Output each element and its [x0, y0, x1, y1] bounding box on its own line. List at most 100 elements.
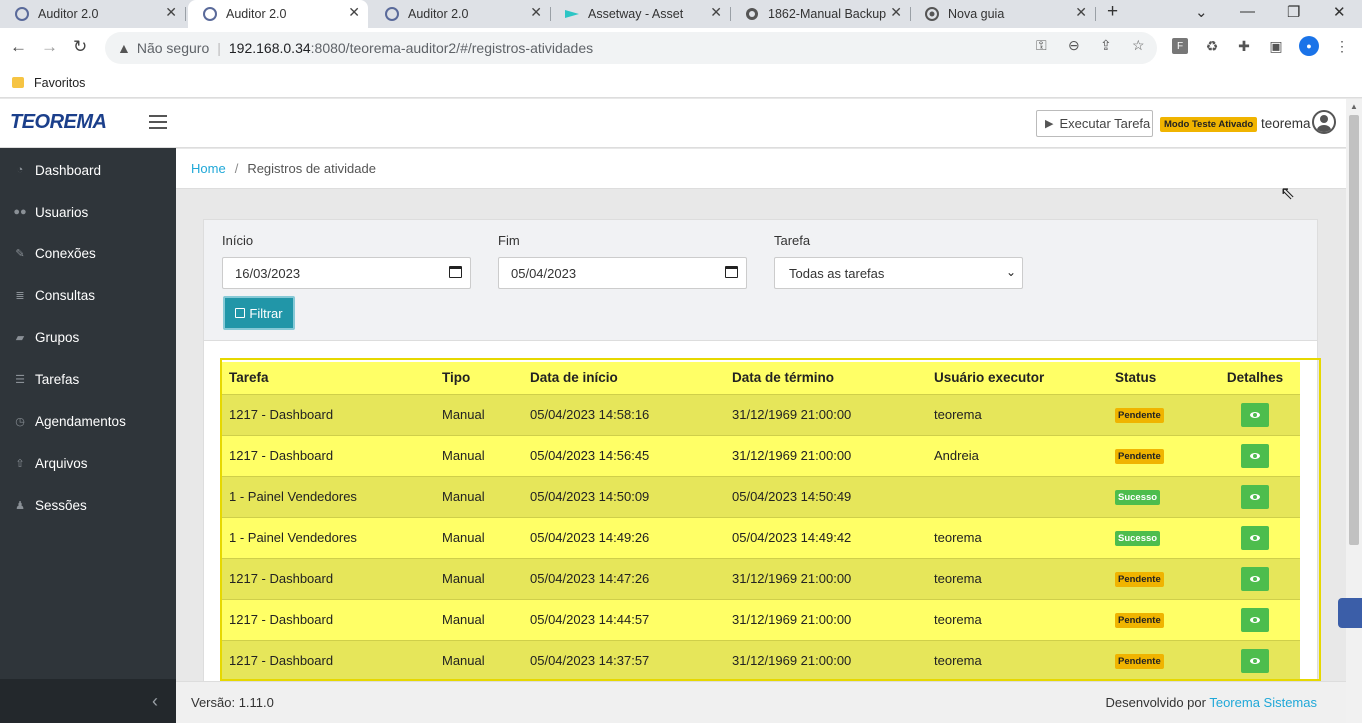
sidebar-item-sessoes[interactable]: ♟ Sessões: [0, 484, 176, 526]
cell-usuario: [926, 475, 1107, 517]
users-icon: ●●: [13, 206, 27, 218]
restore-icon[interactable]: ❐: [1287, 3, 1300, 21]
star-icon[interactable]: ☆: [1132, 37, 1145, 54]
cell-inicio: 05/04/2023 14:56:45: [522, 434, 724, 476]
view-details-button[interactable]: [1241, 648, 1269, 673]
sidebar-item-conexoes[interactable]: ✎ Conexões: [0, 232, 176, 274]
browser-toolbar: ← → ↻ ▲ Não seguro | 192.168.0.34:8080/t…: [0, 28, 1362, 68]
security-label[interactable]: Não seguro: [137, 40, 209, 56]
browser-tab[interactable]: 1862-Manual Backup ✕: [730, 0, 911, 28]
profile-icon[interactable]: ●: [1299, 36, 1319, 56]
view-details-button[interactable]: [1241, 525, 1269, 550]
cell-usuario: teorema: [926, 516, 1107, 558]
tab-search-icon[interactable]: ⌄: [1195, 3, 1208, 21]
eye-icon: [1250, 411, 1260, 418]
cell-usuario: teorema: [926, 639, 1107, 681]
close-icon[interactable]: ✕: [530, 4, 542, 21]
back-icon[interactable]: ←: [10, 37, 27, 57]
hamburger-icon[interactable]: [149, 115, 167, 129]
sidebar-item-tarefas[interactable]: ☰ Tarefas: [0, 358, 176, 400]
zoom-icon[interactable]: ⊖: [1068, 37, 1080, 54]
sidebar-item-arquivos[interactable]: ⇧ Arquivos: [0, 442, 176, 484]
bookmark-favoritos[interactable]: Favoritos: [34, 76, 85, 90]
end-date-input[interactable]: 05/04/2023: [498, 257, 747, 289]
teorema-logo[interactable]: TEOREMA: [10, 111, 107, 134]
folder-icon: [12, 77, 24, 88]
view-details-button[interactable]: [1241, 443, 1269, 468]
view-details-button[interactable]: [1241, 607, 1269, 632]
extension-f-icon[interactable]: F: [1172, 38, 1188, 54]
minimize-icon[interactable]: —: [1240, 3, 1255, 20]
eye-icon: [1250, 657, 1260, 664]
view-details-button[interactable]: [1241, 402, 1269, 427]
col-tipo[interactable]: Tipo: [434, 362, 522, 394]
developer-link[interactable]: Teorema Sistemas: [1209, 695, 1317, 710]
tab-title: Auditor 2.0: [408, 7, 469, 21]
tab-title: 1862-Manual Backup: [768, 7, 887, 21]
sidebar-item-usuarios[interactable]: ●● Usuarios: [0, 191, 176, 233]
task-select[interactable]: Todas as tarefas ⌄: [774, 257, 1023, 289]
cell-status: Pendente: [1107, 557, 1210, 599]
execute-task-button[interactable]: ▶ Executar Tarefa: [1036, 110, 1153, 137]
calendar-icon[interactable]: [725, 266, 738, 278]
browser-tab[interactable]: Auditor 2.0 ✕: [370, 0, 551, 28]
user-avatar-icon[interactable]: [1312, 110, 1336, 134]
username[interactable]: teorema: [1261, 116, 1311, 131]
page-scrollbar[interactable]: ▲: [1346, 99, 1362, 723]
browser-tab[interactable]: Auditor 2.0 ✕: [0, 0, 186, 28]
url-text[interactable]: 192.168.0.34:8080/teorema-auditor2/#/reg…: [229, 40, 593, 56]
sidebar-item-consultas[interactable]: ≣ Consultas: [0, 274, 176, 316]
browser-tab-active[interactable]: Auditor 2.0 ✕: [188, 0, 368, 28]
warning-icon[interactable]: ▲: [117, 40, 131, 56]
address-bar[interactable]: ▲ Não seguro | 192.168.0.34:8080/teorema…: [105, 32, 1157, 64]
cell-detalhes: [1210, 516, 1300, 558]
filter-button[interactable]: Filtrar: [223, 296, 295, 330]
status-badge: Pendente: [1115, 449, 1164, 464]
col-data-inicio[interactable]: Data de início: [522, 362, 724, 394]
close-icon[interactable]: ✕: [1075, 4, 1087, 21]
view-details-button[interactable]: [1241, 566, 1269, 591]
browser-tab[interactable]: Nova guia ✕: [910, 0, 1096, 28]
calendar-icon[interactable]: [449, 266, 462, 278]
start-date-input[interactable]: 16/03/2023: [222, 257, 471, 289]
assetway-icon: [564, 6, 580, 22]
sidebar-item-grupos[interactable]: ▰ Grupos: [0, 316, 176, 358]
scroll-thumb[interactable]: [1349, 115, 1359, 545]
breadcrumb-home[interactable]: Home: [191, 161, 226, 176]
share-icon[interactable]: ⇪: [1100, 37, 1112, 54]
key-icon[interactable]: ⚿: [1036, 37, 1047, 54]
cell-detalhes: [1210, 393, 1300, 435]
cell-status: Pendente: [1107, 434, 1210, 476]
reload-icon[interactable]: ↻: [73, 37, 87, 57]
menu-icon[interactable]: ⋮: [1334, 38, 1350, 54]
cell-usuario: teorema: [926, 393, 1107, 435]
dashboard-icon: ◔: [16, 164, 24, 176]
puzzle-icon[interactable]: ✚: [1236, 38, 1252, 54]
cell-detalhes: [1210, 557, 1300, 599]
close-icon[interactable]: ✕: [165, 4, 177, 21]
col-usuario[interactable]: Usuário executor: [926, 362, 1107, 394]
sidebar-collapse-button[interactable]: ‹: [0, 679, 176, 723]
tab-title: Nova guia: [948, 7, 1005, 21]
close-window-icon[interactable]: ✕: [1333, 3, 1346, 21]
browser-tab[interactable]: Assetway - Asset ✕: [550, 0, 731, 28]
scroll-up-icon[interactable]: ▲: [1350, 102, 1358, 111]
forward-icon[interactable]: →: [41, 37, 58, 57]
sidebar-item-agendamentos[interactable]: ◷ Agendamentos: [0, 400, 176, 442]
close-icon[interactable]: ✕: [710, 4, 722, 21]
close-icon[interactable]: ✕: [890, 4, 902, 21]
recycle-icon[interactable]: ♻: [1204, 38, 1220, 54]
col-tarefa[interactable]: Tarefa: [221, 362, 434, 394]
col-data-termino[interactable]: Data de término: [724, 362, 926, 394]
new-tab-icon[interactable]: +: [1107, 1, 1118, 23]
close-icon[interactable]: ✕: [348, 4, 360, 21]
view-details-button[interactable]: [1241, 484, 1269, 509]
version-text: Versão: 1.11.0: [191, 695, 274, 710]
cell-termino: 31/12/1969 21:00:00: [724, 639, 926, 681]
col-status[interactable]: Status: [1107, 362, 1210, 394]
sidebar-item-dashboard[interactable]: ◔ Dashboard: [0, 149, 176, 191]
tab-title: Auditor 2.0: [38, 7, 99, 21]
side-panel-icon[interactable]: ▣: [1268, 38, 1284, 54]
cell-inicio: 05/04/2023 14:50:09: [522, 475, 724, 517]
remote-support-widget-icon[interactable]: [1338, 598, 1362, 628]
